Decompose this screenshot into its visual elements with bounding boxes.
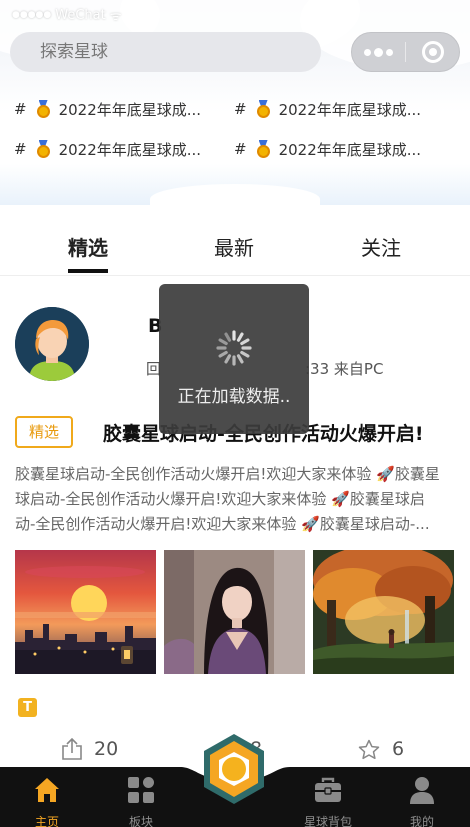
tabbar-label: 主页 — [34, 815, 59, 827]
topic-label: 2022年年底星球成... — [278, 140, 422, 159]
post-image-character[interactable] — [164, 550, 305, 674]
tabbar-label: 我的 — [409, 815, 434, 827]
topic-item[interactable]: # 2022年年底星球成... — [14, 96, 229, 122]
medal-icon — [36, 140, 51, 158]
close-program-button[interactable] — [406, 32, 459, 72]
medal-icon — [256, 100, 271, 118]
medal-icon — [36, 100, 51, 118]
post-body-line: 动-全民创作活动火爆开启!欢迎大家来体验 🚀胶囊星球启动-... — [15, 515, 430, 533]
tabbar-item-backpack[interactable]: 星球背包 — [293, 775, 363, 827]
mini-program-capsule — [351, 32, 460, 72]
featured-badge: 精选 — [15, 416, 73, 448]
close-circle-icon — [421, 41, 444, 63]
tabbar-item-home[interactable]: 主页 — [12, 775, 82, 827]
like-button[interactable]: 6 — [358, 738, 404, 760]
text-tag-icon: T — [18, 698, 37, 717]
post-image-forest[interactable] — [313, 550, 454, 674]
topic-item[interactable]: # 2022年年底星球成... — [234, 136, 449, 162]
tabbar-label: 板块 — [128, 815, 153, 827]
loading-spinner-icon — [216, 330, 252, 366]
post-image-sunset[interactable] — [15, 550, 156, 674]
center-planet-button[interactable] — [197, 732, 271, 806]
search-placeholder: 探索星球 — [40, 42, 108, 62]
status-bar: ●●●●● WeChat ᯤ — [12, 7, 122, 25]
tabbar-label: 星球背包 — [303, 815, 352, 827]
person-icon — [410, 777, 434, 804]
hash-icon: # — [14, 100, 27, 118]
grid-icon — [128, 777, 154, 803]
hash-icon: # — [234, 100, 247, 118]
loading-toast: 正在加载数据.. — [159, 284, 309, 434]
topic-label: 2022年年底星球成... — [278, 100, 422, 119]
tab-latest[interactable]: 最新 — [214, 232, 254, 261]
active-tab-indicator — [68, 269, 108, 273]
like-count: 6 — [392, 738, 405, 760]
share-count: 20 — [94, 738, 119, 760]
wifi-icon: ᯤ — [109, 9, 122, 24]
topic-label: 2022年年底星球成... — [58, 140, 202, 159]
hash-icon: # — [234, 140, 247, 158]
header: ●●●●● WeChat ᯤ 探索星球 # 2022年年底星球成... # 20… — [0, 0, 470, 205]
post-body-line: 球启动-全民创作活动火爆开启!欢迎大家来体验 🚀胶囊星球启 — [15, 490, 425, 508]
loading-text: 正在加载数据.. — [177, 387, 291, 407]
tabbar-item-boards[interactable]: 板块 — [106, 775, 176, 827]
share-button[interactable]: 20 — [62, 738, 118, 760]
planet-hexagon-icon — [204, 734, 264, 804]
signal-icon: ●●●●● — [12, 10, 52, 20]
header-wave-decoration — [150, 184, 320, 205]
briefcase-icon — [315, 777, 341, 802]
tabbar-item-mine[interactable]: 我的 — [387, 775, 457, 827]
carrier-label: WeChat — [55, 7, 106, 23]
topic-label: 2022年年底星球成... — [58, 100, 202, 119]
feed-tabs: 精选 最新 关注 — [0, 206, 470, 276]
topic-item[interactable]: # 2022年年底星球成... — [14, 136, 229, 162]
hash-icon: # — [14, 140, 27, 158]
topic-item[interactable]: # 2022年年底星球成... — [234, 96, 449, 122]
share-icon — [62, 738, 82, 760]
tab-featured[interactable]: 精选 — [68, 232, 108, 261]
avatar[interactable] — [15, 307, 89, 381]
search-input[interactable]: 探索星球 — [10, 32, 321, 72]
post-time-source: :33 来自PC — [305, 360, 384, 378]
more-menu-button[interactable] — [352, 32, 405, 72]
post-body-line: 胶囊星球启动-全民创作活动火爆开启!欢迎大家来体验 🚀胶囊星 — [15, 465, 440, 483]
tab-following[interactable]: 关注 — [361, 232, 401, 261]
star-icon — [358, 739, 380, 759]
home-icon — [35, 778, 59, 802]
medal-icon — [256, 140, 271, 158]
post-body[interactable]: 胶囊星球启动-全民创作活动火爆开启!欢迎大家来体验 🚀胶囊星 球启动-全民创作活… — [15, 462, 457, 537]
